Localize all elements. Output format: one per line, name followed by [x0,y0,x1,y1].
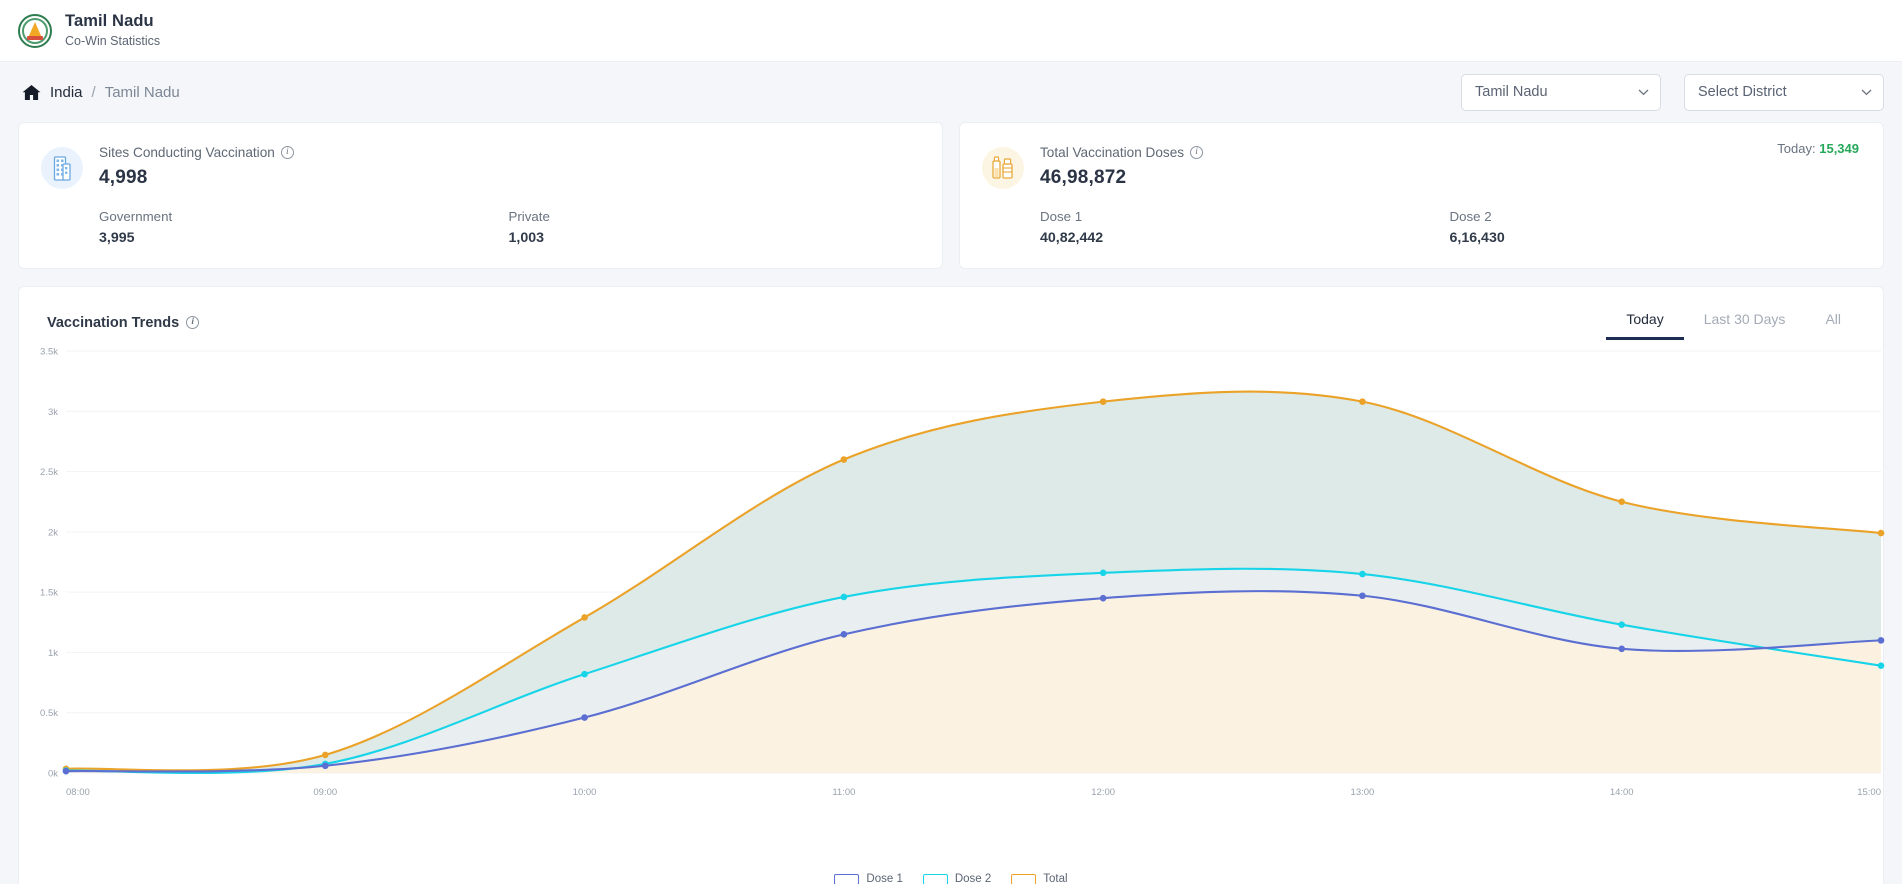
breakdown-item: Private 1,003 [509,209,919,246]
stat-card-row: Sites Conducting Vaccination i 4,998 Gov… [0,122,1902,269]
svg-text:08:00: 08:00 [66,787,90,798]
legend-item-dose-1[interactable]: Dose 1 [834,873,903,884]
breakdown-item: Government 3,995 [99,209,509,246]
breadcrumb-item-india[interactable]: India [50,84,83,101]
state-select[interactable]: Tamil Nadu [1461,73,1661,111]
brand-block: Tamil Nadu Co-Win Statistics [65,11,160,49]
legend-label: Dose 1 [866,873,903,884]
svg-text:3k: 3k [48,407,58,418]
breakdown-value: 40,82,442 [1040,230,1104,246]
vaccination-trends-panel: Vaccination Trends i Today Last 30 Days … [18,286,1885,884]
today-value: 15,349 [1819,141,1859,156]
range-tabs: Today Last 30 Days All [1606,305,1861,340]
panel-title: Vaccination Trends i [47,314,200,331]
svg-text:3.5k: 3.5k [40,347,58,358]
svg-text:10:00: 10:00 [573,787,597,798]
chevron-down-icon [1638,86,1649,98]
panel-title-text: Vaccination Trends [47,314,180,331]
breadcrumb: India / Tamil Nadu [22,84,180,101]
card-label: Total Vaccination Doses i [1040,145,1204,160]
breadcrumb-separator: / [91,83,96,101]
building-icon [41,147,83,189]
svg-text:13:00: 13:00 [1351,787,1375,798]
today-label: Today: [1777,141,1816,156]
breadcrumb-bar: India / Tamil Nadu Tamil Nadu Select Dis… [0,62,1902,122]
district-select[interactable]: Select District [1684,73,1884,111]
state-select-value: Tamil Nadu [1475,84,1548,100]
chart-canvas: 0k 0.5k 1k 1.5k 2k 2.5k 3k 3.5k 08:00 09:00 10:00 1… [40,347,1885,798]
svg-text:1.5k: 1.5k [40,588,58,599]
breakdown-label: Dose 2 [1449,209,1492,224]
card-label-text: Total Vaccination Doses [1040,145,1185,160]
info-icon[interactable]: i [186,316,200,329]
legend-swatch [834,873,860,884]
breakdown-value: 3,995 [99,230,135,246]
district-select-value: Select District [1698,84,1787,100]
svg-text:11:00: 11:00 [832,787,855,798]
card-label-text: Sites Conducting Vaccination [99,145,275,160]
total-vaccination-doses-card: Today: 15,349 Total Vaccination Doses i [959,122,1884,269]
legend-item-dose-2[interactable]: Dose 2 [922,873,992,884]
page-subtitle: Co-Win Statistics [65,34,161,48]
breakdown-item: Dose 1 40,82,442 [1040,209,1450,246]
sites-conducting-vaccination-card: Sites Conducting Vaccination i 4,998 Gov… [18,122,943,269]
svg-text:2.5k: 2.5k [40,467,58,478]
legend-label: Total [1043,873,1068,884]
breakdown-label: Dose 1 [1040,209,1083,224]
breakdown-item: Dose 2 6,16,430 [1450,209,1860,246]
breakdown-label: Government [99,209,173,224]
home-icon[interactable] [22,84,41,101]
svg-text:15:00: 15:00 [1857,787,1881,798]
breakdown-value: 1,003 [508,230,545,246]
filter-group: Tamil Nadu Select District [1461,73,1884,111]
today-badge: Today: 15,349 [1777,141,1859,156]
svg-text:2k: 2k [48,527,58,538]
card-label: Sites Conducting Vaccination i [99,145,294,160]
vaccine-vial-icon [982,147,1024,189]
tab-today[interactable]: Today [1606,305,1684,340]
legend-item-total[interactable]: Total [1011,873,1068,884]
svg-text:1k: 1k [48,648,58,659]
card-breakdown: Government 3,995 Private 1,003 [41,209,918,246]
page-title: Tamil Nadu [65,12,154,31]
card-value: 46,98,872 [1040,167,1127,188]
info-icon[interactable]: i [280,146,294,159]
breadcrumb-item-current: Tamil Nadu [104,83,180,101]
info-icon[interactable]: i [1190,146,1204,159]
breakdown-value: 6,16,430 [1449,230,1505,246]
tamil-nadu-state-emblem-icon [18,13,52,48]
tab-all[interactable]: All [1805,305,1861,340]
tab-last-30-days[interactable]: Last 30 Days [1684,305,1806,340]
legend-swatch [1011,873,1037,884]
breakdown-label: Private [508,209,550,224]
card-value: 4,998 [99,167,148,188]
chart-legend: Dose 1 Dose 2 Total [19,873,1883,884]
svg-text:14:00: 14:00 [1610,787,1634,798]
svg-text:0.5k: 0.5k [40,708,58,719]
legend-swatch [922,873,948,884]
svg-text:0k: 0k [48,769,58,780]
app-header: Tamil Nadu Co-Win Statistics [0,0,1902,62]
svg-text:12:00: 12:00 [1091,787,1115,798]
vaccination-trends-chart[interactable]: 0k 0.5k 1k 1.5k 2k 2.5k 3k 3.5k 08:00 09:00 10:00 1… [19,339,1885,884]
card-breakdown: Dose 1 40,82,442 Dose 2 6,16,430 [982,209,1859,246]
svg-text:09:00: 09:00 [313,787,337,798]
legend-label: Dose 2 [954,873,992,884]
chevron-down-icon [1861,86,1872,98]
